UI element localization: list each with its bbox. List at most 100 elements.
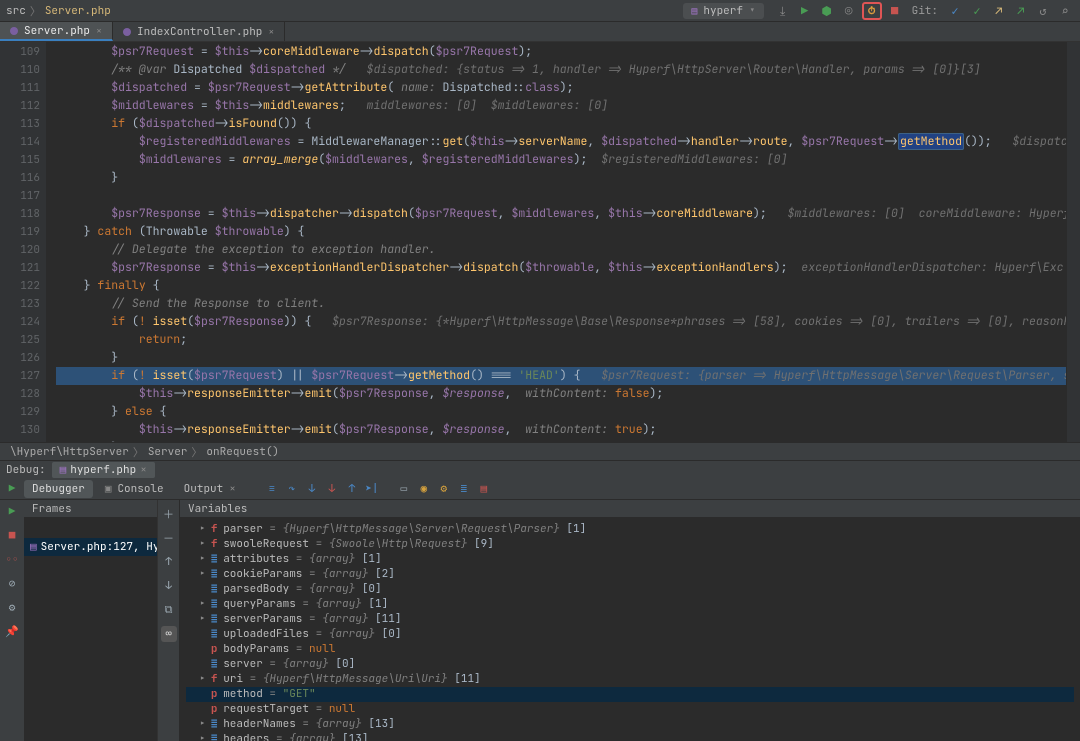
code-line[interactable]: if (! isset($psr7Response)) { $psr7Respo…: [56, 313, 1066, 331]
variable-node[interactable]: prequestTarget = null: [186, 702, 1074, 717]
copy-icon[interactable]: ⧉: [161, 602, 177, 618]
code-line[interactable]: } finally {: [56, 277, 1066, 295]
console-tab[interactable]: ▣ Console: [97, 480, 172, 498]
code-line[interactable]: if (! isset($psr7Request) || $psr7Reques…: [56, 367, 1066, 385]
code-line[interactable]: } else {: [56, 403, 1066, 421]
view-breakpoints-icon[interactable]: ◦◦: [4, 552, 20, 568]
code-line[interactable]: $this->responseEmitter->emit($psr7Respon…: [56, 385, 1066, 403]
git-commit-icon[interactable]: ✓: [968, 2, 986, 20]
coverage-icon[interactable]: ◎: [840, 2, 858, 20]
build-icon[interactable]: ⤓: [774, 2, 792, 20]
variable-node[interactable]: pbodyParams = null: [186, 642, 1074, 657]
step-into-icon[interactable]: ↓: [304, 481, 320, 497]
bc-class[interactable]: Server: [148, 445, 188, 459]
show-exec-point-icon[interactable]: ≡: [264, 481, 280, 497]
settings-gear-icon[interactable]: ⚙: [4, 600, 20, 616]
step-out-icon[interactable]: ↑: [344, 481, 360, 497]
code-line[interactable]: $this->responseEmitter->emit($psr7Respon…: [56, 421, 1066, 439]
search-icon[interactable]: ⌕: [1056, 2, 1074, 20]
stop-icon[interactable]: ■: [886, 2, 904, 20]
tab-label: IndexController.php: [137, 25, 262, 39]
code-line[interactable]: $registeredMiddlewares = MiddlewareManag…: [56, 133, 1066, 151]
frame-row[interactable]: ▤ Server.php:127, Hyper: [24, 538, 157, 556]
variable-node[interactable]: ▸≣attributes = {array} [1]: [186, 552, 1074, 567]
tab-server-php[interactable]: Server.php ×: [0, 22, 113, 41]
add-watch-icon[interactable]: ＋: [161, 506, 177, 522]
step-over-icon[interactable]: ↷: [284, 481, 300, 497]
variable-node[interactable]: ≣server = {array} [0]: [186, 657, 1074, 672]
resume-icon[interactable]: ▶: [4, 504, 20, 520]
git-show-history-icon[interactable]: ↗: [990, 2, 1008, 20]
variable-node[interactable]: ▸furi = {Hyperf\HttpMessage\Uri\Uri} [11…: [186, 672, 1074, 687]
run-to-cursor-icon[interactable]: ➤|: [364, 481, 380, 497]
variable-node[interactable]: ≣parsedBody = {array} [0]: [186, 582, 1074, 597]
git-update-icon[interactable]: ✓: [946, 2, 964, 20]
evaluate-expression-icon[interactable]: ▭: [396, 481, 412, 497]
variable-node[interactable]: ▸≣cookieParams = {array} [2]: [186, 567, 1074, 582]
code-line[interactable]: $psr7Response = $this->dispatcher->dispa…: [56, 205, 1066, 223]
memory-icon[interactable]: ▤: [476, 481, 492, 497]
variable-node[interactable]: ▸fswooleRequest = {Swoole\Http\Request} …: [186, 537, 1074, 552]
trace-icon[interactable]: ◉: [416, 481, 432, 497]
code-line[interactable]: // Send the Response to client.: [56, 295, 1066, 313]
variable-node[interactable]: ▸≣headers = {array} [13]: [186, 732, 1074, 741]
mute-breakpoints-icon[interactable]: ⊘: [4, 576, 20, 592]
variable-node[interactable]: ▸≣queryParams = {array} [1]: [186, 597, 1074, 612]
code-line[interactable]: $middlewares = array_merge($middlewares,…: [56, 151, 1066, 169]
close-icon[interactable]: ×: [268, 25, 274, 38]
variables-toolbar: ＋ － ↑ ↓ ⧉ ∞: [158, 500, 180, 741]
profiler-icon[interactable]: ⏱: [862, 2, 882, 20]
bc-namespace[interactable]: \Hyperf\HttpServer: [10, 445, 129, 459]
run-icon[interactable]: ▶: [796, 2, 814, 20]
close-icon[interactable]: ×: [96, 24, 102, 37]
tab-index-controller-php[interactable]: IndexController.php ×: [113, 22, 285, 41]
breadcrumb-file[interactable]: Server.php: [45, 4, 111, 18]
watches-icon[interactable]: ≣: [456, 481, 472, 497]
code-editor[interactable]: 1091101111121131141151161171181191201211…: [0, 42, 1080, 442]
variable-node[interactable]: ▸fparser = {Hyperf\HttpMessage\Server\Re…: [186, 522, 1074, 537]
git-push-icon[interactable]: ↗: [1012, 2, 1030, 20]
code-line[interactable]: $dispatched = $psr7Request->getAttribute…: [56, 79, 1066, 97]
pin-icon[interactable]: 📌: [4, 624, 20, 640]
variables-tree[interactable]: ▸fparser = {Hyperf\HttpMessage\Server\Re…: [180, 518, 1080, 741]
glasses-icon[interactable]: ∞: [161, 626, 177, 642]
chevron-right-icon: 〉: [133, 444, 144, 460]
variable-node[interactable]: ≣uploadedFiles = {array} [0]: [186, 627, 1074, 642]
debug-session-tab[interactable]: ▤ hyperf.php ×: [52, 462, 155, 478]
code-line[interactable]: $middlewares = $this->middlewares; middl…: [56, 97, 1066, 115]
code-line[interactable]: if ($dispatched->isFound()) {: [56, 115, 1066, 133]
code-line[interactable]: }: [56, 349, 1066, 367]
code-line[interactable]: return;: [56, 331, 1066, 349]
code-line[interactable]: $psr7Request = $this->coreMiddleware->di…: [56, 43, 1066, 61]
stop-icon[interactable]: ■: [4, 528, 20, 544]
close-icon[interactable]: ×: [229, 482, 236, 496]
down-icon[interactable]: ↓: [161, 578, 177, 594]
code-area[interactable]: $psr7Request = $this->coreMiddleware->di…: [46, 42, 1066, 442]
debug-toolbar: ▶ Debugger ▣ Console Output × ≡ ↷ ↓ ↓ ↑ …: [0, 478, 1080, 500]
remove-watch-icon[interactable]: －: [161, 530, 177, 546]
debugger-tab[interactable]: Debugger: [24, 480, 93, 498]
up-icon[interactable]: ↑: [161, 554, 177, 570]
breadcrumb-part[interactable]: src: [6, 4, 26, 18]
code-line[interactable]: $psr7Response = $this->exceptionHandlerD…: [56, 259, 1066, 277]
code-line[interactable]: } catch (Throwable $throwable) {: [56, 223, 1066, 241]
scrollbar-strip[interactable]: [1066, 42, 1080, 442]
variable-node[interactable]: ▸≣headerNames = {array} [13]: [186, 717, 1074, 732]
rerun-icon[interactable]: ▶: [4, 481, 20, 497]
variable-node[interactable]: pmethod = "GET": [186, 687, 1074, 702]
frames-title: Frames: [24, 500, 157, 518]
force-step-into-icon[interactable]: ↓: [324, 481, 340, 497]
run-config-selector[interactable]: ▤ hyperf ▾: [683, 3, 763, 19]
code-line[interactable]: /** @var Dispatched $dispatched */ $disp…: [56, 61, 1066, 79]
code-line[interactable]: [56, 187, 1066, 205]
debug-icon[interactable]: ⬢: [818, 2, 836, 20]
php-icon: ▤: [691, 4, 697, 17]
settings-icon[interactable]: ⚙: [436, 481, 452, 497]
variable-node[interactable]: ▸≣serverParams = {array} [11]: [186, 612, 1074, 627]
close-icon[interactable]: ×: [140, 462, 147, 478]
git-rollback-icon[interactable]: ↺: [1034, 2, 1052, 20]
code-line[interactable]: }: [56, 169, 1066, 187]
code-line[interactable]: // Delegate the exception to exception h…: [56, 241, 1066, 259]
output-tab[interactable]: Output ×: [176, 480, 244, 498]
bc-method[interactable]: onRequest(): [206, 445, 279, 459]
